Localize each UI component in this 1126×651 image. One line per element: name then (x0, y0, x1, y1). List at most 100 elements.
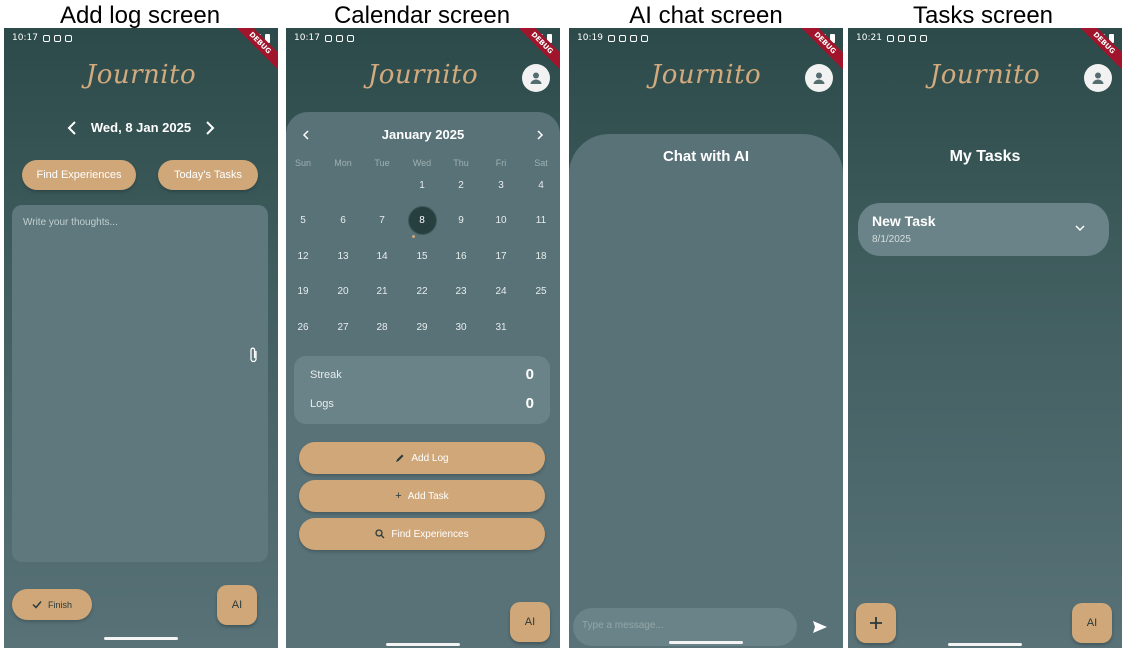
calendar-day[interactable]: 29 (407, 322, 437, 333)
calendar-screen: 10:17 DEBUG Journito January 2025 Sun Mo… (286, 28, 560, 648)
find-experiences-label: Find Experiences (391, 528, 469, 540)
calendar-day[interactable]: 11 (526, 215, 556, 226)
send-icon[interactable] (812, 620, 828, 634)
notification-icon (64, 34, 72, 42)
calendar-day[interactable]: 18 (526, 251, 556, 262)
add-log-label: Add Log (411, 452, 449, 464)
calendar-day[interactable]: 14 (367, 251, 397, 262)
calendar-day[interactable]: 3 (486, 180, 516, 191)
calendar-day[interactable]: 28 (367, 322, 397, 333)
calendar-day-selected[interactable]: 8 (407, 215, 437, 226)
calendar-day[interactable]: 15 (407, 251, 437, 262)
calendar-day[interactable]: 27 (328, 322, 358, 333)
chat-panel: Chat with AI Type a message... (569, 134, 843, 648)
current-date: Wed, 8 Jan 2025 (90, 120, 192, 135)
weekday-label: Sat (534, 158, 548, 168)
calendar-day[interactable]: 10 (486, 215, 516, 226)
find-experiences-button[interactable]: Find Experiences (299, 518, 545, 550)
thoughts-editor[interactable]: Write your thoughts... (12, 205, 268, 562)
weekday-label: Tue (374, 158, 390, 168)
notification-icon (324, 34, 332, 42)
person-icon (530, 72, 542, 84)
calendar-day[interactable]: 16 (446, 251, 476, 262)
ai-button[interactable]: AI (1072, 603, 1112, 643)
home-indicator (386, 643, 460, 646)
finish-label: Finish (47, 599, 72, 610)
add-log-button[interactable]: Add Log (299, 442, 545, 474)
status-time: 10:17 (12, 33, 38, 43)
status-bar: 10:21 (856, 31, 1114, 45)
calendar-day[interactable]: 23 (446, 286, 476, 297)
status-time: 10:19 (577, 33, 603, 43)
calendar-day[interactable]: 4 (526, 180, 556, 191)
chevron-right-icon[interactable] (537, 130, 544, 140)
calendar-day[interactable]: 13 (328, 251, 358, 262)
person-icon (813, 72, 825, 84)
calendar-day[interactable]: 5 (288, 215, 318, 226)
todays-tasks-button[interactable]: Today's Tasks (158, 160, 258, 190)
calendar-day[interactable]: 31 (486, 322, 516, 333)
notification-icon (919, 34, 927, 42)
notification-icon (897, 34, 905, 42)
ai-button[interactable]: AI (217, 585, 257, 625)
task-date: 8/1/2025 (872, 234, 911, 245)
calendar-day[interactable]: 25 (526, 286, 556, 297)
log-marker-dot (412, 235, 415, 238)
add-task-fab[interactable] (856, 603, 896, 643)
add-log-screen: 10:17 DEBUG Journito Wed, 8 Jan 2025 Fin… (4, 28, 278, 648)
calendar-day[interactable]: 7 (367, 215, 397, 226)
chevron-right-icon[interactable] (205, 120, 215, 135)
finish-button[interactable]: Finish (12, 589, 92, 620)
caption-add-log: Add log screen (59, 2, 221, 29)
task-title: New Task (872, 213, 936, 229)
date-navigator: Wed, 8 Jan 2025 (4, 120, 278, 135)
app-logo: Journito (650, 60, 762, 90)
task-card[interactable]: New Task 8/1/2025 (858, 203, 1109, 256)
calendar-day[interactable]: 9 (446, 215, 476, 226)
ai-chat-screen: 10:19 DEBUG Journito Chat with AI Type a… (569, 28, 843, 648)
status-time: 10:21 (856, 33, 882, 43)
weekday-label: Sun (294, 158, 311, 168)
calendar-day[interactable]: 22 (407, 286, 437, 297)
profile-avatar[interactable] (1084, 64, 1112, 92)
profile-avatar[interactable] (522, 64, 550, 92)
notification-icon (629, 34, 637, 42)
calendar-day[interactable]: 30 (446, 322, 476, 333)
calendar-day[interactable]: 24 (486, 286, 516, 297)
profile-avatar[interactable] (805, 64, 833, 92)
chevron-down-icon[interactable] (1075, 225, 1085, 232)
status-bar: 10:17 (294, 31, 552, 45)
add-task-button[interactable]: + Add Task (299, 480, 545, 512)
calendar-day[interactable]: 21 (367, 286, 397, 297)
notification-icon (908, 34, 916, 42)
weekday-label: Mon (334, 158, 352, 168)
calendar-day[interactable]: 19 (288, 286, 318, 297)
calendar-day[interactable]: 17 (486, 251, 516, 262)
paperclip-icon[interactable] (249, 347, 259, 363)
ai-button[interactable]: AI (510, 602, 550, 642)
pencil-icon (396, 454, 404, 462)
calendar-day[interactable]: 12 (288, 251, 318, 262)
home-indicator (948, 643, 1022, 646)
find-experiences-button[interactable]: Find Experiences (22, 160, 136, 190)
tasks-screen: 10:21 DEBUG Journito My Tasks New Task 8… (848, 28, 1122, 648)
app-logo: Journito (367, 60, 479, 90)
notification-icon (640, 34, 648, 42)
weekday-label: Fri (495, 158, 507, 168)
streak-label: Streak (310, 369, 342, 381)
calendar-day[interactable]: 6 (328, 215, 358, 226)
message-placeholder: Type a message... (582, 620, 664, 631)
chat-title: Chat with AI (662, 148, 750, 165)
caption-tasks: Tasks screen (912, 2, 1054, 29)
calendar-day[interactable]: 1 (407, 180, 437, 191)
calendar-day[interactable]: 2 (446, 180, 476, 191)
person-icon (1092, 72, 1104, 84)
chevron-left-icon[interactable] (67, 120, 77, 135)
calendar-day[interactable]: 26 (288, 322, 318, 333)
add-task-label: Add Task (407, 490, 449, 502)
month-title: January 2025 (381, 127, 465, 142)
search-icon (375, 529, 385, 539)
calendar-day[interactable]: 20 (328, 286, 358, 297)
status-time: 10:17 (294, 33, 320, 43)
status-bar: 10:17 (12, 31, 270, 45)
